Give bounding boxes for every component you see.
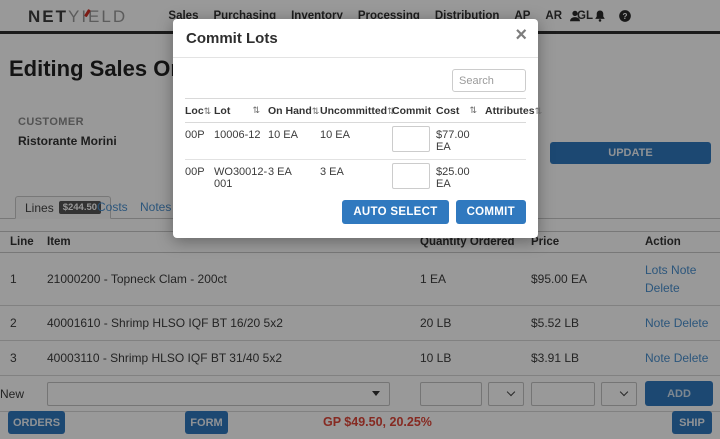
cost-cell: $77.00 EA <box>436 123 485 160</box>
loc-cell: 00P <box>185 160 214 197</box>
cost-cell: $25.00 EA <box>436 160 485 197</box>
commit-input[interactable] <box>392 163 430 189</box>
attributes-cell <box>485 123 526 160</box>
col-on-hand[interactable]: On Hand⇅ <box>268 99 320 123</box>
auto-select-button[interactable]: AUTO SELECT <box>342 200 448 224</box>
col-lot[interactable]: Lot⇅ <box>214 99 268 123</box>
lot-cell: 10006-12 <box>214 123 268 160</box>
sort-icon: ⇅ <box>204 106 212 116</box>
col-uncommitted[interactable]: Uncommitted⇅ <box>320 99 392 123</box>
sort-icon: ⇅ <box>312 106 320 116</box>
sort-icon: ⇅ <box>535 106 543 116</box>
modal-title: Commit Lots <box>186 30 278 47</box>
loc-cell: 00P <box>185 123 214 160</box>
app-screen: NETYIELD Sales Purchasing Inventory Proc… <box>0 0 720 439</box>
lot-row: 00P 10006-12 10 EA 10 EA $77.00 EA <box>185 123 526 160</box>
col-loc[interactable]: Loc⇅ <box>185 99 214 123</box>
lots-table: Loc⇅ Lot⇅ On Hand⇅ Uncommitted⇅ Commit C… <box>185 98 526 196</box>
modal-button-row: AUTO SELECT COMMIT <box>185 196 526 230</box>
sort-icon: ⇅ <box>252 105 260 116</box>
commit-cell <box>392 160 436 197</box>
modal-body: Loc⇅ Lot⇅ On Hand⇅ Uncommitted⇅ Commit C… <box>173 58 538 238</box>
commit-lots-modal: Commit Lots × Loc⇅ Lot⇅ On Hand⇅ Uncommi… <box>173 19 538 238</box>
lot-row: 00P WO30012-001 3 EA 3 EA $25.00 EA <box>185 160 526 197</box>
on-hand-cell: 3 EA <box>268 160 320 197</box>
commit-cell <box>392 123 436 160</box>
uncommitted-cell: 10 EA <box>320 123 392 160</box>
col-attributes[interactable]: Attributes⇅ <box>485 99 526 123</box>
col-commit: Commit <box>392 99 436 123</box>
search-area <box>185 69 526 92</box>
search-input[interactable] <box>452 69 526 92</box>
lots-header-row: Loc⇅ Lot⇅ On Hand⇅ Uncommitted⇅ Commit C… <box>185 99 526 123</box>
modal-header: Commit Lots × <box>173 19 538 58</box>
commit-input[interactable] <box>392 126 430 152</box>
commit-button[interactable]: COMMIT <box>456 200 526 224</box>
uncommitted-cell: 3 EA <box>320 160 392 197</box>
close-icon[interactable]: × <box>515 25 527 45</box>
lot-cell: WO30012-001 <box>214 160 268 197</box>
col-cost[interactable]: Cost⇅ <box>436 99 485 123</box>
attributes-cell <box>485 160 526 197</box>
sort-icon: ⇅ <box>469 105 477 116</box>
on-hand-cell: 10 EA <box>268 123 320 160</box>
